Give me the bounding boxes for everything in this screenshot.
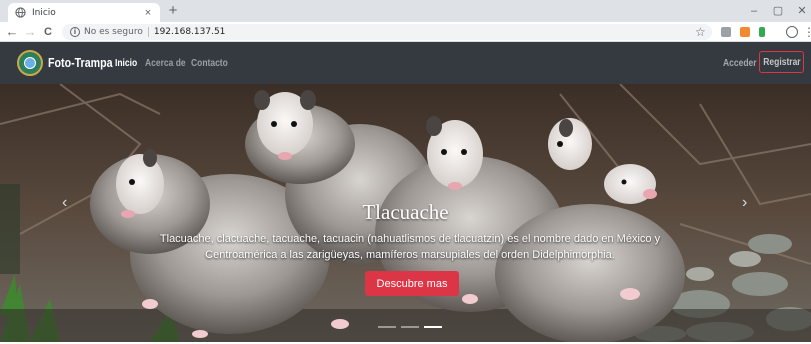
minimize-icon[interactable]: – bbox=[744, 3, 764, 19]
browser-tab-bar: Inicio × + – ▢ ✕ bbox=[0, 0, 811, 22]
carousel-indicators bbox=[378, 326, 442, 329]
logo-emblem-icon bbox=[24, 57, 36, 69]
address-bar[interactable]: i No es seguro 192.168.137.51 bbox=[62, 24, 712, 40]
new-tab-button[interactable]: + bbox=[165, 3, 181, 19]
browser-tab[interactable]: Inicio × bbox=[8, 3, 160, 22]
close-tab-icon[interactable]: × bbox=[142, 7, 154, 19]
info-icon[interactable]: i bbox=[70, 27, 80, 37]
carousel-indicator[interactable] bbox=[378, 326, 396, 328]
nav-link-inicio[interactable]: Inicio bbox=[115, 58, 137, 69]
star-icon[interactable]: ☆ bbox=[695, 24, 706, 40]
extension-icon[interactable] bbox=[721, 27, 731, 37]
tab-title: Inicio bbox=[32, 7, 56, 18]
profile-icon[interactable] bbox=[786, 26, 798, 38]
site-navbar: Foto-Trampa Inicio Acerca de Contacto Ac… bbox=[0, 42, 811, 84]
login-link[interactable]: Acceder bbox=[723, 58, 757, 69]
close-window-icon[interactable]: ✕ bbox=[792, 3, 811, 19]
extension-icon[interactable] bbox=[740, 27, 750, 37]
back-icon[interactable]: ← bbox=[4, 24, 20, 40]
forward-icon[interactable]: → bbox=[22, 24, 38, 40]
omnibox-divider bbox=[147, 27, 149, 37]
menu-icon[interactable]: ⋮ bbox=[803, 24, 811, 40]
security-label: No es seguro bbox=[84, 27, 143, 37]
hero-carousel: ‹ › Tlacuache Tlacuache, clacuache, tacu… bbox=[0, 84, 811, 342]
reload-icon[interactable]: C bbox=[40, 24, 56, 40]
discover-more-button[interactable]: Descubre mas bbox=[365, 271, 459, 296]
register-label: Registrar bbox=[762, 56, 801, 68]
globe-icon bbox=[14, 7, 26, 19]
browser-toolbar: ← → C i No es seguro 192.168.137.51 ☆ ⋮ bbox=[0, 22, 811, 42]
extension-icon[interactable] bbox=[759, 27, 765, 37]
url-text[interactable]: 192.168.137.51 bbox=[154, 27, 226, 37]
register-button[interactable]: Registrar bbox=[759, 51, 804, 73]
site-logo[interactable] bbox=[17, 50, 43, 76]
carousel-title: Tlacuache bbox=[362, 200, 449, 224]
nav-link-acerca-de[interactable]: Acerca de bbox=[145, 58, 186, 69]
carousel-indicator-active[interactable] bbox=[424, 326, 442, 328]
nav-link-contacto[interactable]: Contacto bbox=[191, 58, 228, 69]
carousel-indicator[interactable] bbox=[401, 326, 419, 328]
brand-name[interactable]: Foto-Trampa bbox=[48, 55, 113, 70]
restore-icon[interactable]: ▢ bbox=[768, 3, 788, 19]
carousel-description: Tlacuache, clacuache, tacuache, tacuacin… bbox=[159, 233, 661, 261]
